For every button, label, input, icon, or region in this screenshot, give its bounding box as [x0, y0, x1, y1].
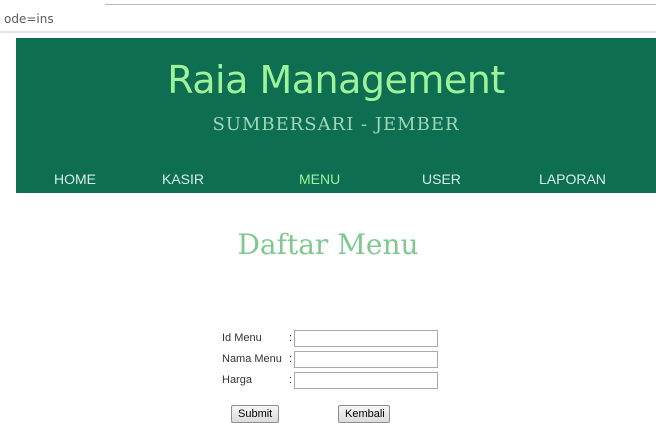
harga-input[interactable] — [294, 372, 438, 389]
kembali-button[interactable]: Kembali — [338, 405, 390, 423]
form-row-harga: Harga : — [222, 372, 452, 393]
site-header: Raia Management SUMBERSARI - JEMBER HOME… — [16, 38, 656, 193]
browser-tab-strip — [0, 0, 656, 8]
address-bar[interactable]: ode=ins — [0, 8, 656, 33]
tab-divider — [105, 4, 656, 5]
main-nav: HOME KASIR MENU USER LAPORAN — [16, 171, 656, 193]
form-row-id-menu: Id Menu : — [222, 330, 452, 351]
nama-menu-colon: : — [289, 353, 293, 365]
id-menu-label: Id Menu — [222, 332, 262, 344]
nav-item-home[interactable]: HOME — [54, 171, 96, 187]
nama-menu-input[interactable] — [294, 351, 438, 368]
nav-item-laporan[interactable]: LAPORAN — [539, 171, 606, 187]
menu-form: Id Menu : Nama Menu : Harga : — [222, 330, 452, 393]
address-bar-text[interactable]: ode=ins — [4, 12, 54, 26]
form-row-nama-menu: Nama Menu : — [222, 351, 452, 372]
harga-label: Harga — [222, 374, 252, 386]
id-menu-colon: : — [289, 332, 293, 344]
id-menu-input[interactable] — [294, 330, 438, 347]
page-title: Daftar Menu — [237, 228, 419, 261]
nav-item-user[interactable]: USER — [422, 171, 461, 187]
nama-menu-label: Nama Menu — [222, 353, 282, 365]
site-title: Raia Management — [167, 58, 505, 102]
harga-colon: : — [289, 374, 293, 386]
submit-button[interactable]: Submit — [231, 405, 279, 423]
site-subtitle: SUMBERSARI - JEMBER — [212, 114, 460, 135]
nav-item-kasir[interactable]: KASIR — [162, 171, 204, 187]
address-bar-divider — [0, 31, 656, 33]
nav-item-menu[interactable]: MENU — [299, 171, 340, 187]
